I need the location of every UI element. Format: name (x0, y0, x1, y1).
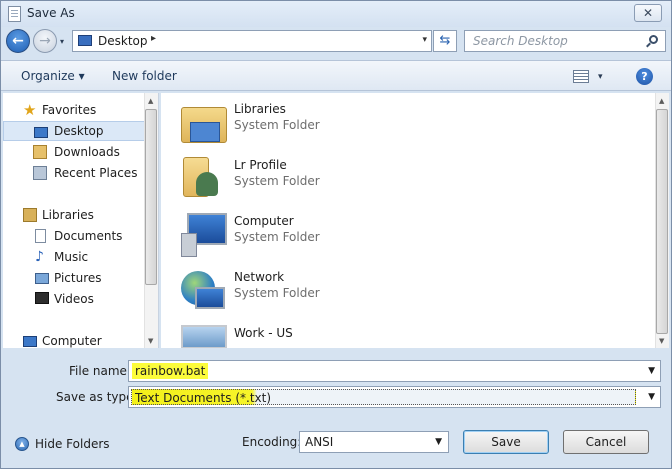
view-options-dropdown[interactable]: ▾ (598, 72, 603, 82)
sidebar-item-label: Computer (42, 334, 102, 348)
sidebar-item-label: Libraries (42, 208, 94, 222)
file-name: Lr Profile (234, 158, 287, 172)
desktop-icon (34, 127, 48, 138)
search-input[interactable]: Search Desktop (464, 30, 666, 52)
sidebar-item-label: Music (54, 250, 89, 264)
address-dropdown-icon[interactable]: ▾ (422, 35, 427, 45)
sidebar-item-label: Recent Places (54, 166, 138, 180)
file-name-label: File name: (69, 364, 131, 378)
scroll-up-icon[interactable]: ▲ (659, 97, 664, 105)
sidebar-item-recent-places[interactable]: Recent Places (3, 163, 145, 183)
network-icon (181, 271, 225, 309)
refresh-button[interactable]: ⇆ (433, 30, 457, 52)
recent-locations-dropdown[interactable]: ▾ (60, 37, 64, 46)
address-bar[interactable]: Desktop ▸ ▾ (72, 30, 432, 52)
computer-icon (181, 213, 227, 257)
file-name: Computer (234, 214, 294, 228)
title-bar: Save As ✕ (1, 1, 671, 27)
sidebar-item-label: Videos (54, 292, 94, 306)
close-button[interactable]: ✕ (634, 4, 662, 22)
save-type-select[interactable]: Text Documents (*.txt) ▼ (128, 386, 661, 408)
change-view-icon[interactable] (573, 70, 589, 83)
scroll-up-icon[interactable]: ▲ (148, 97, 153, 105)
encoding-select[interactable]: ANSI ▼ (299, 431, 449, 453)
organize-menu[interactable]: Organize ▾ (21, 69, 85, 83)
sidebar-item-libraries[interactable]: Libraries (3, 205, 145, 225)
sidebar-item-documents[interactable]: Documents (3, 226, 145, 246)
sidebar-item-label: Downloads (54, 145, 120, 159)
save-as-dialog: Save As ✕ ← → ▾ Desktop ▸ ▾ ⇆ Search Des… (0, 0, 672, 469)
computer-icon (23, 336, 37, 347)
image-file-icon (181, 325, 227, 348)
save-type-dropdown-icon[interactable]: ▼ (648, 392, 655, 402)
file-name-field[interactable]: rainbow.bat ▼ (128, 360, 661, 382)
address-location[interactable]: Desktop (98, 34, 148, 48)
libraries-icon (23, 208, 37, 222)
forward-button[interactable]: → (33, 29, 57, 53)
file-name: Work - US (234, 326, 293, 340)
command-toolbar: Organize ▾ New folder ▾ ? (1, 60, 671, 91)
music-icon: ♪ (35, 249, 44, 265)
star-icon: ★ (23, 101, 37, 119)
list-item[interactable]: Work - US (179, 321, 479, 348)
scroll-down-icon[interactable]: ▼ (148, 337, 153, 345)
back-button[interactable]: ← (6, 29, 30, 53)
user-folder-icon (183, 157, 218, 197)
file-name: Libraries (234, 102, 286, 116)
sidebar-item-videos[interactable]: Videos (3, 289, 145, 309)
list-item[interactable]: Network System Folder (179, 265, 479, 317)
downloads-icon (33, 145, 47, 159)
pictures-icon (35, 273, 49, 284)
breadcrumb-separator-icon[interactable]: ▸ (151, 33, 156, 44)
chevron-up-icon[interactable]: ▲ (15, 437, 29, 451)
list-item[interactable]: Computer System Folder (179, 209, 479, 261)
navigation-scroll-thumb[interactable] (145, 109, 157, 285)
file-name-value[interactable]: rainbow.bat (132, 363, 209, 379)
sidebar-item-favorites[interactable]: ★ Favorites (3, 100, 145, 120)
file-type: System Folder (234, 230, 320, 244)
encoding-value: ANSI (305, 435, 334, 449)
libraries-folder-icon (181, 107, 227, 143)
file-list: Libraries System Folder Lr Profile Syste… (161, 93, 655, 348)
sidebar-item-label: Documents (54, 229, 123, 243)
sidebar-item-computer[interactable]: Computer (3, 331, 145, 348)
desktop-icon (78, 35, 92, 46)
scroll-down-icon[interactable]: ▼ (659, 337, 664, 345)
sidebar-item-label: Desktop (54, 124, 104, 138)
documents-icon (35, 229, 46, 243)
file-type: System Folder (234, 118, 320, 132)
hide-folders-button[interactable]: Hide Folders (35, 437, 110, 451)
sidebar-item-label: Pictures (54, 271, 102, 285)
recent-places-icon (33, 166, 47, 180)
search-icon[interactable] (649, 35, 658, 44)
cancel-button[interactable]: Cancel (563, 430, 649, 454)
search-placeholder: Search Desktop (473, 34, 568, 48)
save-button[interactable]: Save (463, 430, 549, 454)
save-type-label: Save as type: (56, 390, 138, 404)
file-type: System Folder (234, 286, 320, 300)
sidebar-item-desktop[interactable]: Desktop (3, 121, 145, 141)
sidebar-item-label: Favorites (42, 103, 97, 117)
window-title: Save As (27, 6, 75, 20)
save-type-value[interactable]: Text Documents (*.txt) (131, 389, 636, 405)
navigation-pane: ★ Favorites Desktop Downloads Recent Pla… (3, 93, 159, 348)
help-icon[interactable]: ? (636, 68, 653, 85)
notepad-icon (8, 6, 21, 22)
file-name: Network (234, 270, 285, 284)
list-item[interactable]: Libraries System Folder (179, 97, 479, 149)
sidebar-item-downloads[interactable]: Downloads (3, 142, 145, 162)
list-item[interactable]: Lr Profile System Folder (179, 153, 479, 205)
file-list-scroll-thumb[interactable] (656, 109, 668, 334)
encoding-label: Encoding: (242, 435, 302, 449)
file-type: System Folder (234, 174, 320, 188)
new-folder-button[interactable]: New folder (112, 69, 177, 83)
sidebar-item-music[interactable]: ♪ Music (3, 247, 145, 267)
sidebar-item-pictures[interactable]: Pictures (3, 268, 145, 288)
file-name-dropdown-icon[interactable]: ▼ (648, 366, 655, 376)
encoding-dropdown-icon[interactable]: ▼ (435, 437, 442, 447)
videos-icon (35, 292, 49, 304)
